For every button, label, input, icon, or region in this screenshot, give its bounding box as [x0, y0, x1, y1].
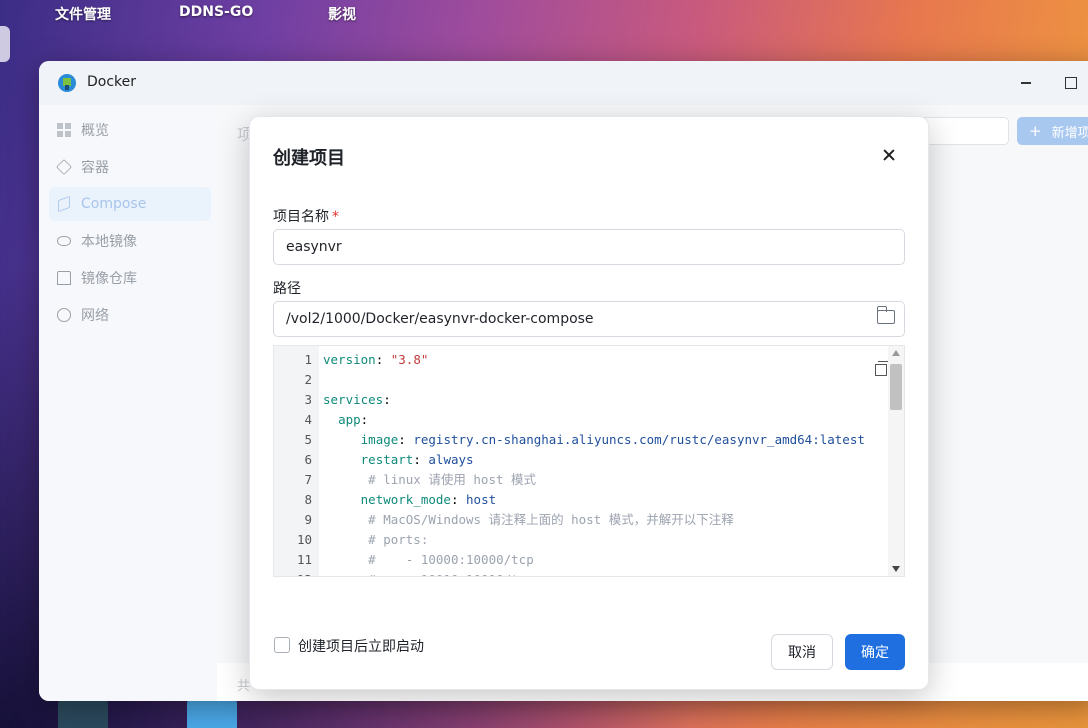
path-input[interactable] — [273, 301, 905, 337]
code-text: version: "3.8" — [323, 352, 429, 367]
project-name-input[interactable] — [273, 229, 905, 265]
project-name-label: 项目名称 * — [273, 206, 339, 226]
code-line[interactable]: 6 restart: always — [274, 450, 904, 470]
house-icon — [57, 271, 71, 285]
grid-icon — [57, 123, 71, 137]
code-text: # linux 请使用 host 模式 — [368, 472, 537, 487]
create-project-dialog: 创建项目 项目名称* 路径 1 version: "3.8" 2 3 services:… — [249, 116, 929, 690]
sidebar-item-label: 概览 — [81, 123, 109, 139]
sidebar-item-containers[interactable]: 容器 — [49, 150, 211, 184]
project-name-label-text: 项目名称 — [273, 209, 329, 225]
line-number: 8 — [304, 492, 312, 507]
window-title: Docker — [87, 74, 137, 90]
scroll-down-arrow-icon[interactable] — [892, 566, 900, 572]
sidebar-item-label: 容器 — [81, 160, 109, 176]
line-number: 12 — [274, 570, 312, 576]
code-line[interactable]: 10 # ports: — [274, 530, 904, 550]
code-text: # MacOS/Windows 请注释上面的 host 模式，并解开以下注释 — [368, 512, 734, 527]
code-line[interactable]: 12 # - 10010:10010/t — [274, 570, 904, 576]
new-project-label: 新增项 — [1051, 125, 1088, 141]
code-line[interactable]: 1 version: "3.8" — [274, 350, 904, 370]
code-text: image: registry.cn-shanghai.aliyuncs.com… — [360, 432, 865, 447]
code-text: # - 10000:10000/tcp — [368, 552, 534, 567]
window-titlebar: Docker — [39, 61, 1088, 105]
code-text: network_mode: host — [360, 492, 497, 507]
line-number: 11 — [296, 552, 312, 567]
code-text: restart: always — [360, 452, 474, 467]
sidebar: 概览 容器 Compose 本地镜像 镜像仓库 网络 — [39, 105, 217, 701]
maximize-button[interactable] — [1061, 73, 1079, 91]
sidebar-item-label: 镜像仓库 — [81, 271, 137, 287]
scroll-up-arrow-icon[interactable] — [892, 350, 900, 356]
line-number: 1 — [304, 352, 312, 367]
scroll-thumb[interactable] — [890, 364, 902, 410]
plus-icon: + — [1029, 122, 1042, 140]
line-number: 5 — [304, 432, 312, 447]
desktop-app-video[interactable]: 影视 — [328, 4, 356, 24]
sidebar-item-label: Compose — [81, 196, 147, 212]
desktop-edge-widget[interactable] — [0, 26, 10, 62]
folder-icon[interactable] — [876, 306, 895, 324]
autostart-label: 创建项目后立即启动 — [298, 639, 424, 655]
docker-logo-icon — [58, 74, 76, 92]
line-number: 2 — [304, 372, 312, 387]
sidebar-item-overview[interactable]: 概览 — [49, 113, 211, 147]
code-text: # - 10010:10010/t — [323, 570, 519, 576]
box-icon — [56, 159, 72, 175]
code-line[interactable]: 11 # - 10000:10000/tcp — [274, 550, 904, 570]
cancel-button[interactable]: 取消 — [771, 634, 833, 670]
line-number: 9 — [304, 512, 312, 527]
sidebar-item-registry[interactable]: 镜像仓库 — [49, 261, 211, 295]
new-project-button[interactable]: + 新增项 — [1017, 117, 1088, 145]
code-line[interactable]: 7 # linux 请使用 host 模式 — [274, 470, 904, 490]
sidebar-item-label: 本地镜像 — [81, 234, 137, 250]
copy-icon[interactable] — [875, 361, 889, 376]
code-text: app: — [338, 412, 369, 427]
code-line[interactable]: 5 image: registry.cn-shanghai.aliyuncs.c… — [274, 430, 904, 450]
eye-icon — [57, 236, 71, 246]
line-number: 10 — [296, 532, 312, 547]
line-number: 7 — [304, 472, 312, 487]
sidebar-item-compose[interactable]: Compose — [49, 187, 211, 221]
line-number: 6 — [304, 452, 312, 467]
desktop-app-ddns-go[interactable]: DDNS-GO — [179, 4, 253, 20]
required-mark: * — [332, 209, 339, 225]
editor-scrollbar[interactable] — [888, 346, 904, 576]
path-label: 路径 — [273, 281, 301, 297]
sidebar-item-network[interactable]: 网络 — [49, 298, 211, 332]
line-number: 3 — [304, 392, 312, 407]
search-input[interactable] — [917, 117, 1009, 145]
code-line[interactable]: 4 app: — [274, 410, 904, 430]
confirm-button[interactable]: 确定 — [845, 634, 905, 670]
code-line[interactable]: 2 — [274, 370, 904, 390]
sidebar-item-label: 网络 — [81, 308, 109, 324]
code-line[interactable]: 8 network_mode: host — [274, 490, 904, 510]
minimize-button[interactable] — [1017, 73, 1035, 91]
code-line[interactable]: 3 services: — [274, 390, 904, 410]
layers-icon — [58, 195, 70, 213]
close-icon[interactable] — [880, 145, 900, 165]
code-text: services: — [323, 392, 391, 407]
autostart-checkbox[interactable] — [274, 637, 290, 653]
dialog-title: 创建项目 — [273, 148, 345, 169]
line-number: 4 — [304, 412, 312, 427]
desktop-app-file-manager[interactable]: 文件管理 — [55, 4, 111, 24]
code-line[interactable]: 9 # MacOS/Windows 请注释上面的 host 模式，并解开以下注释 — [274, 510, 904, 530]
globe-icon — [57, 308, 71, 322]
code-text: # ports: — [368, 532, 429, 547]
sidebar-item-local-images[interactable]: 本地镜像 — [49, 224, 211, 258]
compose-editor[interactable]: 1 version: "3.8" 2 3 services: 4 app: 5 image:… — [273, 345, 905, 577]
